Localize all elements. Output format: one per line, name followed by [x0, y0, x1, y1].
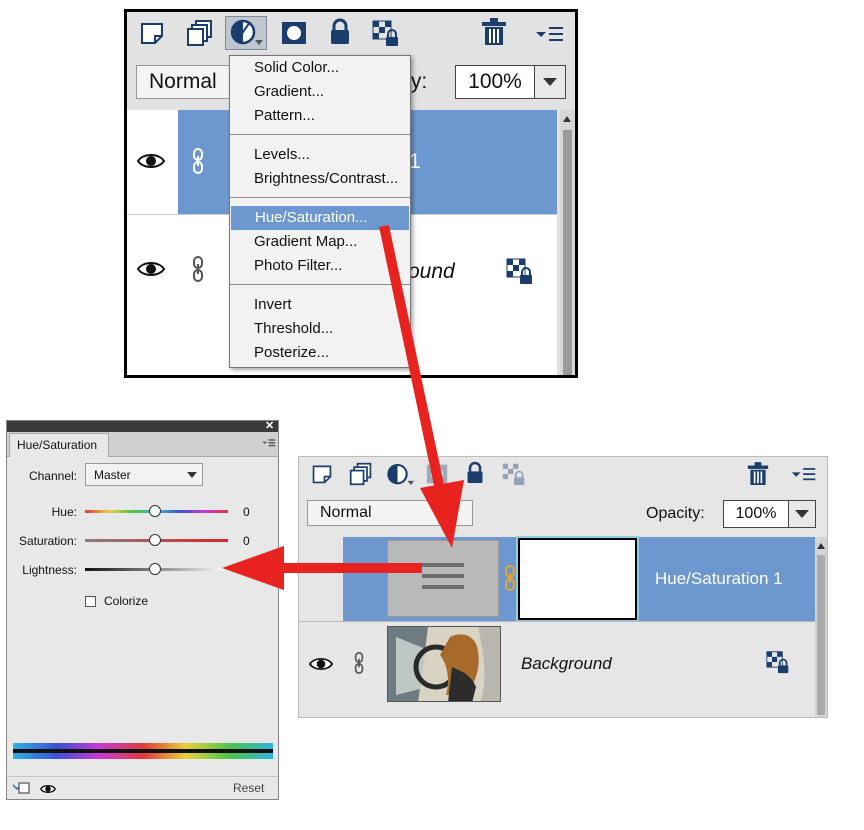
lock-transparency-icon — [765, 650, 791, 679]
menu-item-pattern[interactable]: Pattern... — [230, 104, 410, 128]
opacity-field[interactable]: 100% — [455, 65, 566, 99]
scrollbar-thumb[interactable] — [563, 130, 572, 375]
trash-icon[interactable] — [747, 461, 769, 492]
menu-item-hue-saturation[interactable]: Hue/Saturation... — [231, 206, 409, 230]
menu-item-photo-filter[interactable]: Photo Filter... — [230, 254, 410, 278]
menu-item-gradient-map[interactable]: Gradient Map... — [230, 230, 410, 254]
clip-to-layer-icon[interactable] — [12, 782, 30, 797]
eye-icon[interactable] — [136, 152, 166, 175]
saturation-slider-knob[interactable] — [149, 534, 161, 546]
lock-transparency-icon[interactable] — [371, 18, 401, 48]
blend-mode-select[interactable]: Normal — [136, 65, 231, 99]
hue-slider-knob[interactable] — [149, 505, 161, 517]
layer-row[interactable]: Hue/Saturation 1 — [299, 536, 815, 622]
link-icon[interactable] — [353, 652, 365, 679]
blend-mode-select[interactable]: Normal — [307, 500, 473, 526]
tab-title: Hue/Saturation — [17, 438, 98, 452]
panel-menu-icon[interactable] — [791, 465, 817, 490]
lock-transparency-icon — [505, 257, 535, 290]
hue-value[interactable]: 0 — [243, 505, 250, 519]
reset-button[interactable]: Reset — [233, 781, 264, 795]
menu-item-levels[interactable]: Levels... — [230, 143, 410, 167]
opacity-dropdown-button[interactable] — [788, 501, 815, 527]
opacity-value[interactable]: 100% — [456, 66, 534, 98]
chevron-down-icon — [187, 472, 197, 478]
adjustment-menu: Solid Color... Gradient... Pattern... Le… — [229, 55, 411, 368]
chevron-down-icon — [543, 78, 557, 86]
eye-icon[interactable] — [39, 783, 57, 797]
colorize-label: Colorize — [104, 594, 149, 608]
scroll-up-arrow-icon[interactable] — [563, 116, 571, 122]
scroll-up-arrow-icon[interactable] — [817, 543, 825, 549]
color-spectrum-bar-adjusted — [13, 753, 273, 759]
panel-title-bar: ✕ — [7, 421, 278, 432]
opacity-label: Opacity: — [646, 505, 705, 522]
opacity-value[interactable]: 100% — [724, 501, 788, 527]
new-layer-icon[interactable] — [311, 463, 333, 490]
adjustment-layer-icon[interactable] — [385, 462, 415, 493]
eye-icon[interactable] — [136, 260, 166, 283]
close-icon[interactable]: ✕ — [265, 421, 274, 432]
menu-item-invert[interactable]: Invert — [230, 293, 410, 317]
link-icon[interactable] — [191, 256, 205, 287]
new-group-icon[interactable] — [349, 462, 373, 491]
layer-thumbnail-photo — [387, 626, 501, 702]
new-layer-icon[interactable] — [137, 18, 167, 48]
menu-item-threshold[interactable]: Threshold... — [230, 317, 410, 341]
layer-row[interactable]: Background — [299, 622, 815, 717]
tab-hue-saturation[interactable]: Hue/Saturation — [9, 433, 109, 457]
channel-value: Master — [94, 468, 131, 482]
lightness-label: Lightness: — [22, 563, 77, 577]
lock-transparency-icon[interactable] — [501, 462, 527, 491]
opacity-dropdown-button[interactable] — [534, 66, 565, 98]
layer-name: Background — [521, 654, 612, 673]
scrollbar[interactable] — [560, 110, 575, 375]
channel-select[interactable]: Master — [85, 463, 203, 486]
channel-label: Channel: — [28, 469, 77, 483]
saturation-value[interactable]: 0 — [243, 534, 250, 548]
trash-icon[interactable] — [479, 17, 509, 47]
adjustment-thumbnail — [387, 540, 499, 617]
link-icon[interactable] — [191, 148, 205, 179]
layers-panel-top: Normal ty: 100% 1 round Solid Color... G… — [124, 9, 578, 378]
adjustment-layer-icon[interactable] — [225, 16, 267, 50]
menu-separator — [230, 197, 410, 198]
menu-item-gradient[interactable]: Gradient... — [230, 80, 410, 104]
lock-all-icon[interactable] — [325, 17, 355, 47]
saturation-label: Saturation: — [18, 534, 77, 548]
lightness-slider-knob[interactable] — [149, 563, 161, 575]
opacity-field[interactable]: 100% — [723, 500, 816, 528]
colorize-checkbox[interactable] — [85, 596, 96, 607]
link-icon[interactable] — [503, 565, 517, 596]
chevron-down-icon — [795, 510, 809, 518]
scrollbar-thumb[interactable] — [817, 555, 825, 715]
layer-mask-icon[interactable] — [425, 463, 449, 490]
eye-icon[interactable] — [308, 656, 334, 677]
lock-all-icon[interactable] — [465, 461, 485, 490]
menu-separator — [230, 284, 410, 285]
panel-menu-icon[interactable] — [535, 20, 565, 50]
hue-label: Hue: — [51, 505, 77, 519]
panel-menu-icon[interactable] — [262, 437, 276, 452]
layer-mask-icon[interactable] — [279, 18, 309, 48]
scrollbar[interactable] — [815, 537, 827, 717]
menu-item-brightness-contrast[interactable]: Brightness/Contrast... — [230, 167, 410, 191]
layer-name: Hue/Saturation 1 — [655, 569, 783, 588]
new-group-icon[interactable] — [185, 18, 215, 48]
layer-mask-thumbnail[interactable] — [516, 536, 639, 622]
menu-item-solid-color[interactable]: Solid Color... — [230, 56, 410, 80]
menu-separator — [230, 134, 410, 135]
menu-item-posterize[interactable]: Posterize... — [230, 341, 410, 365]
layers-panel-bottom: Normal Opacity: 100% Hue/Saturation 1 Ba… — [298, 456, 828, 718]
hue-saturation-panel: ✕ Hue/Saturation Channel: Master Hue: 0 … — [6, 420, 279, 800]
